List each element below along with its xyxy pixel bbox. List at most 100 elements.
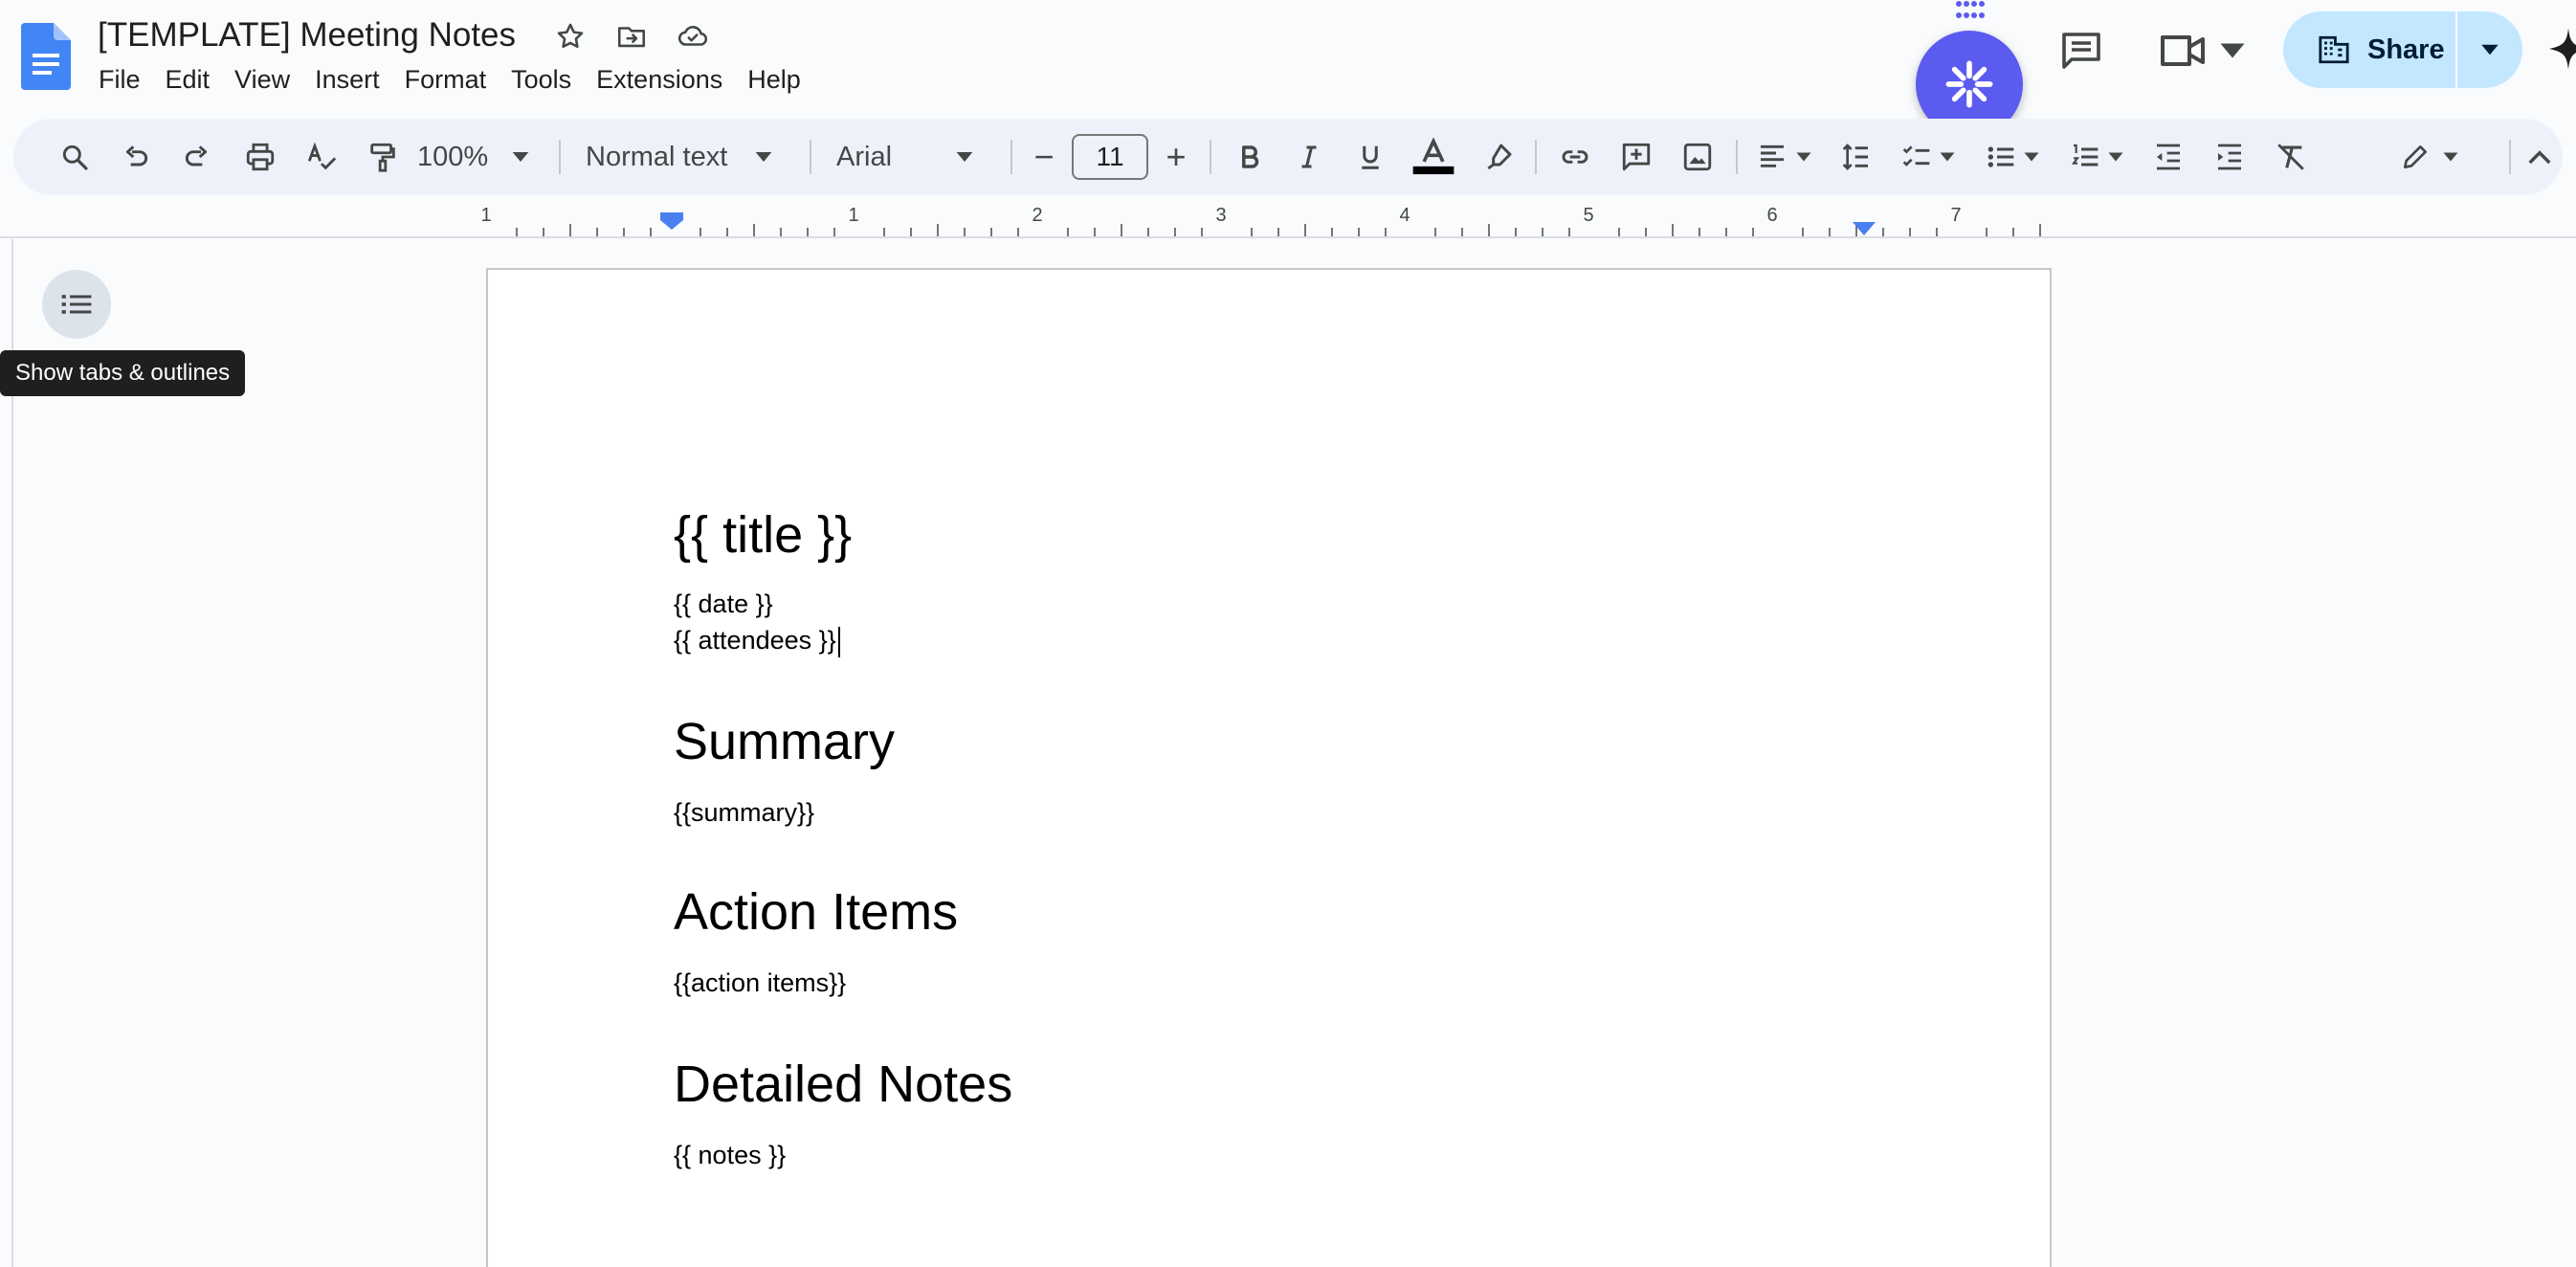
hide-menus-button[interactable] [2520,119,2559,195]
align-button[interactable] [1745,119,1824,195]
decrease-indent-icon [2157,144,2180,170]
ruler-label: 3 [1215,205,1227,226]
numbered-list-icon [2071,144,2099,167]
italic-button[interactable] [1282,119,1336,195]
underline-button[interactable] [1344,119,1397,195]
menu-bar: File Edit View Insert Format Tools Exten… [86,59,813,100]
toolbar: 100% Normal text Arial − 11 + [13,119,2563,195]
paint-format-icon [370,143,395,172]
ruler-label: 6 [1766,205,1778,226]
document-page[interactable]: {{ title }} {{ date }} {{ attendees }} S… [486,268,2052,1267]
increase-indent-button[interactable] [2203,119,2256,195]
google-docs-icon[interactable] [21,23,71,90]
paragraph-style-select[interactable]: Normal text [586,119,806,195]
share-button-group: Share [2283,11,2522,88]
ruler-label: 1 [480,205,492,226]
menu-tools[interactable]: Tools [499,59,584,100]
summary-heading[interactable]: Summary [674,712,895,771]
ruler-label: 1 [848,205,859,226]
editing-mode-button[interactable] [2387,119,2473,195]
decrease-indent-button[interactable] [2142,119,2195,195]
print-button[interactable] [232,119,289,195]
search-menus-button[interactable] [46,119,103,195]
comments-icon[interactable] [2057,27,2105,73]
underline-icon [1362,145,1379,169]
italic-icon [1301,145,1317,168]
bulleted-list-button[interactable] [1973,119,2052,195]
notes-placeholder[interactable]: {{ notes }} [674,1141,786,1170]
building-icon [2319,35,2349,64]
document-title[interactable]: [TEMPLATE] Meeting Notes [98,13,516,57]
gemini-icon[interactable] [2549,25,2576,73]
paragraph-style-value: Normal text [586,141,728,172]
add-comment-button[interactable] [1608,119,1665,195]
ruler-label: 5 [1583,205,1594,226]
checklist-button[interactable] [1889,119,1967,195]
action-items-heading[interactable]: Action Items [674,882,958,942]
minus-icon: − [1033,137,1055,176]
paint-format-button[interactable] [354,119,411,195]
chevron-down-icon [2481,44,2498,56]
toolbar-divider [1010,140,1012,174]
left-indent-marker [660,212,683,230]
share-dropdown-button[interactable] [2457,11,2522,88]
redo-icon [185,145,208,167]
undo-button[interactable] [107,119,165,195]
bulleted-list-icon [1988,146,2014,167]
menu-format[interactable]: Format [392,59,500,100]
print-icon [246,143,275,171]
bold-icon [1242,145,1259,168]
ruler-label: 2 [1032,205,1043,226]
doc-title-placeholder[interactable]: {{ title }} [674,505,852,565]
menu-insert[interactable]: Insert [302,59,392,100]
menu-file[interactable]: File [86,59,153,100]
zoom-select[interactable]: 100% [417,119,561,195]
drag-handle-icon[interactable] [1954,0,1987,21]
spell-check-button[interactable] [293,119,350,195]
redo-button[interactable] [168,119,226,195]
clear-formatting-button[interactable] [2264,119,2318,195]
highlight-color-button[interactable] [1470,119,1527,195]
font-family-select[interactable]: Arial [836,119,1009,195]
meet-button[interactable] [2157,29,2247,73]
ai-assistant-icon [1945,60,1993,108]
ruler-divider [0,236,2576,238]
doc-attendees-line[interactable]: {{ attendees }} [674,626,840,657]
share-label: Share [2367,33,2445,65]
numbered-list-button[interactable] [2057,119,2136,195]
detailed-notes-heading[interactable]: Detailed Notes [674,1055,1012,1114]
pencil-icon [2404,145,2427,168]
bold-button[interactable] [1223,119,1277,195]
menu-extensions[interactable]: Extensions [584,59,735,100]
show-outline-button[interactable] [42,270,111,339]
action-items-placeholder[interactable]: {{action items}} [674,968,846,998]
horizontal-ruler[interactable]: 1 1 2 3 4 5 6 7 [0,201,2576,239]
clear-formatting-icon [2277,144,2304,170]
doc-date-placeholder[interactable]: {{ date }} [674,589,773,619]
checklist-icon [1902,145,1930,167]
move-to-folder-icon[interactable] [612,17,651,56]
line-spacing-button[interactable] [1830,119,1883,195]
font-size-input[interactable]: 11 [1072,134,1148,180]
share-button[interactable]: Share [2283,11,2455,88]
video-camera-icon [2161,35,2205,66]
increase-indent-icon [2218,144,2241,170]
chevron-down-icon [2108,152,2123,162]
menu-view[interactable]: View [222,59,302,100]
add-comment-icon [1622,143,1651,171]
text-color-button[interactable] [1405,119,1462,195]
chevron-down-icon [1796,152,1811,162]
list-outline-icon [61,295,92,314]
toolbar-divider [1736,140,1738,174]
insert-link-button[interactable] [1546,119,1604,195]
menu-edit[interactable]: Edit [153,59,223,100]
cloud-saved-icon[interactable] [674,17,712,56]
insert-image-button[interactable] [1669,119,1726,195]
image-icon [1683,143,1712,171]
line-spacing-icon [1842,144,1868,170]
menu-help[interactable]: Help [735,59,813,100]
increase-font-size-button[interactable]: + [1152,119,1200,195]
summary-placeholder[interactable]: {{summary}} [674,798,814,828]
star-icon[interactable] [551,17,589,56]
decrease-font-size-button[interactable]: − [1020,119,1068,195]
